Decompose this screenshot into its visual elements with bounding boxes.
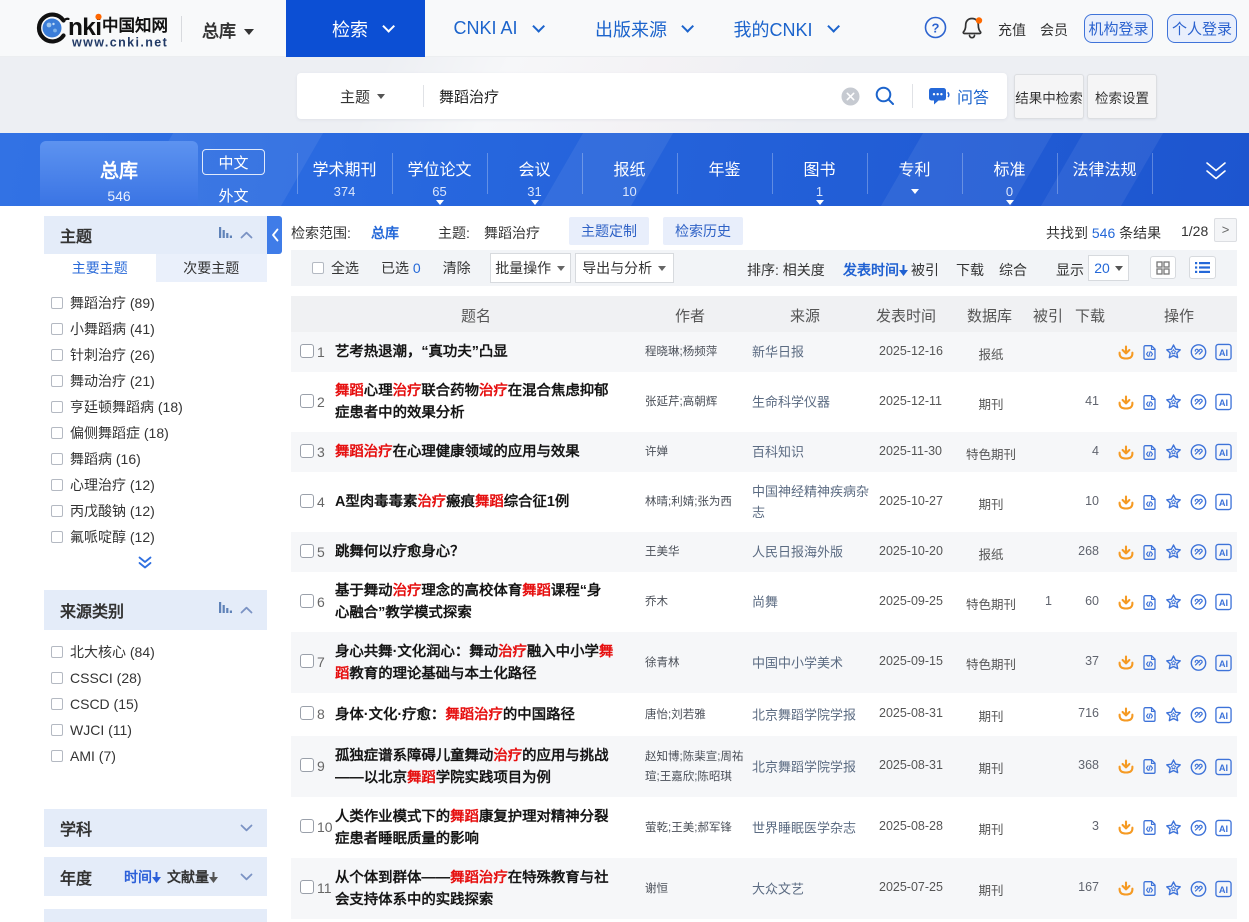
- svg-text:AI: AI: [1219, 548, 1228, 558]
- svg-text:AI: AI: [1219, 448, 1228, 458]
- svg-text:AI: AI: [1219, 598, 1228, 608]
- svg-text:AI: AI: [1219, 823, 1228, 833]
- svg-text:?: ?: [932, 20, 940, 35]
- svg-text:AI: AI: [1219, 884, 1228, 894]
- svg-text:AI: AI: [1219, 498, 1228, 508]
- svg-text:AI: AI: [1219, 658, 1228, 668]
- svg-text:中国知网: 中国知网: [102, 15, 168, 35]
- svg-text:www.cnki.net: www.cnki.net: [71, 36, 168, 50]
- svg-text:AI: AI: [1219, 762, 1228, 772]
- svg-text:AI: AI: [1219, 710, 1228, 720]
- svg-text:AI: AI: [1219, 398, 1228, 408]
- svg-text:AI: AI: [1219, 348, 1228, 358]
